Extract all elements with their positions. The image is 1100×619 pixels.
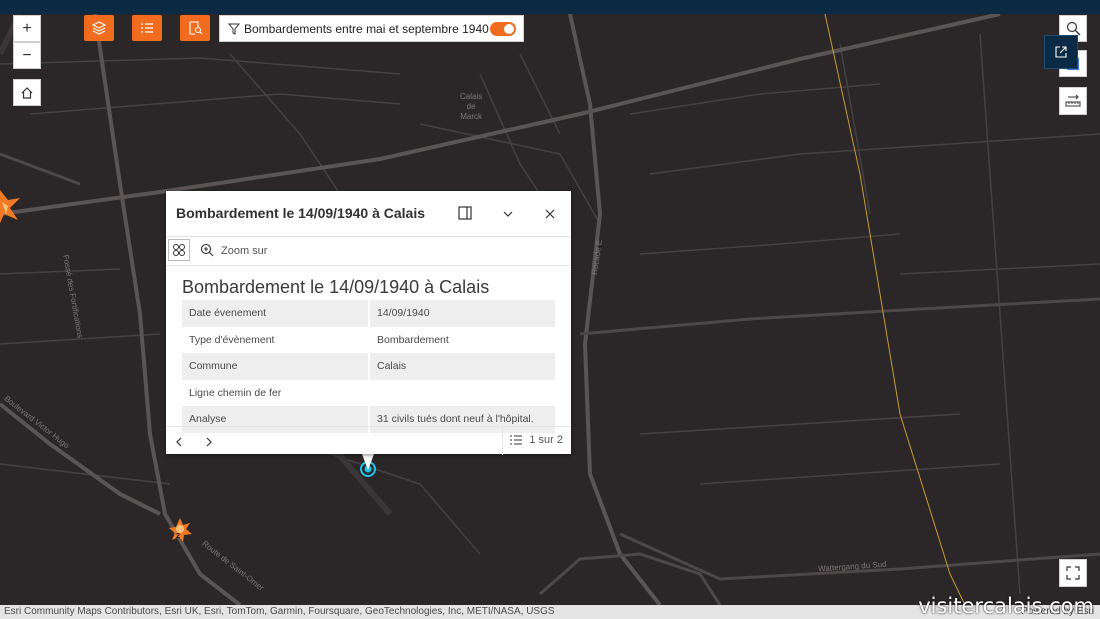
chevron-down-icon bbox=[503, 211, 513, 217]
filter-toggle[interactable] bbox=[490, 22, 516, 36]
attribute-table: Date évenement 14/09/1940 Type d'évènemen… bbox=[182, 300, 555, 433]
zoom-in-icon bbox=[200, 243, 214, 257]
plus-icon: + bbox=[22, 19, 32, 37]
attr-label: Date évenement bbox=[182, 300, 370, 327]
legend-button[interactable] bbox=[132, 15, 162, 41]
next-feature-button[interactable] bbox=[204, 435, 214, 453]
home-button[interactable] bbox=[13, 79, 41, 106]
popup-header: Bombardement le 14/09/1940 à Calais bbox=[166, 191, 571, 237]
table-row: Commune Calais bbox=[182, 353, 555, 380]
chevron-left-icon bbox=[176, 437, 182, 447]
layers-button[interactable] bbox=[84, 15, 114, 41]
collapse-button[interactable] bbox=[502, 207, 514, 225]
popup-options-button[interactable] bbox=[168, 239, 190, 261]
dock-button[interactable] bbox=[458, 206, 472, 225]
bombing-cluster-marker[interactable] bbox=[169, 518, 192, 542]
feature-title: Bombardement le 14/09/1940 à Calais bbox=[182, 277, 490, 297]
footer-divider bbox=[502, 427, 503, 455]
attr-label: Type d'évènement bbox=[182, 326, 370, 353]
close-button[interactable] bbox=[544, 207, 556, 225]
filter-label: Bombardements entre mai et septembre 194… bbox=[244, 21, 489, 36]
filter-chip[interactable]: Bombardements entre mai et septembre 194… bbox=[219, 15, 524, 42]
popup-footer: 1 sur 2 bbox=[166, 426, 571, 455]
attr-value bbox=[369, 380, 555, 407]
open-in-new-window-button[interactable] bbox=[1044, 35, 1078, 69]
cluster-count: 2 bbox=[176, 533, 180, 540]
ruler-icon bbox=[1065, 94, 1081, 107]
close-icon bbox=[545, 209, 555, 219]
attr-value: 14/09/1940 bbox=[369, 300, 555, 327]
feature-popup: Bombardement le 14/09/1940 à Calais Zoom… bbox=[166, 191, 571, 455]
fullscreen-icon bbox=[1066, 566, 1080, 580]
list-icon bbox=[141, 23, 153, 33]
map-label-calais-de-marck: Calais de Marck bbox=[460, 92, 483, 121]
zoom-to-button[interactable] bbox=[200, 243, 214, 262]
home-icon bbox=[21, 86, 33, 99]
table-row: Date évenement 14/09/1940 bbox=[182, 300, 555, 327]
zoom-to-label[interactable]: Zoom sur bbox=[221, 245, 267, 257]
search-icon bbox=[1066, 21, 1080, 36]
grid-circles-icon bbox=[173, 244, 185, 256]
popup-header-title: Bombardement le 14/09/1940 à Calais bbox=[176, 205, 426, 221]
watermark: visitercalais.com bbox=[918, 594, 1094, 618]
list-icon bbox=[510, 435, 523, 445]
pager-text: 1 sur 2 bbox=[529, 434, 563, 446]
previous-feature-button[interactable] bbox=[174, 435, 184, 453]
feature-pager[interactable]: 1 sur 2 bbox=[509, 434, 563, 446]
layers-icon bbox=[91, 21, 107, 35]
popup-toolbar: Zoom sur bbox=[166, 237, 571, 266]
external-link-icon bbox=[1055, 46, 1067, 58]
measure-button[interactable] bbox=[1059, 87, 1087, 115]
dock-icon bbox=[458, 206, 472, 220]
bombing-marker-west[interactable] bbox=[0, 190, 20, 228]
attr-label: Commune bbox=[182, 353, 370, 380]
chevron-right-icon bbox=[206, 437, 212, 447]
attribution-text: Esri Community Maps Contributors, Esri U… bbox=[4, 606, 555, 617]
attr-label: Ligne chemin de fer bbox=[182, 379, 370, 406]
attr-value: Calais bbox=[369, 353, 555, 380]
search-document-icon bbox=[189, 21, 203, 35]
attr-value: Bombardement bbox=[377, 333, 449, 346]
table-row: Ligne chemin de fer bbox=[182, 379, 555, 407]
app-header-bar bbox=[0, 0, 1100, 14]
search-features-button[interactable] bbox=[180, 15, 210, 41]
table-row: Type d'évènement Bombardement bbox=[182, 326, 555, 353]
zoom-out-button[interactable]: − bbox=[13, 42, 41, 69]
zoom-in-button[interactable]: + bbox=[13, 15, 41, 42]
minus-icon: − bbox=[22, 46, 32, 64]
fullscreen-button[interactable] bbox=[1059, 559, 1087, 587]
filter-icon bbox=[228, 23, 240, 35]
